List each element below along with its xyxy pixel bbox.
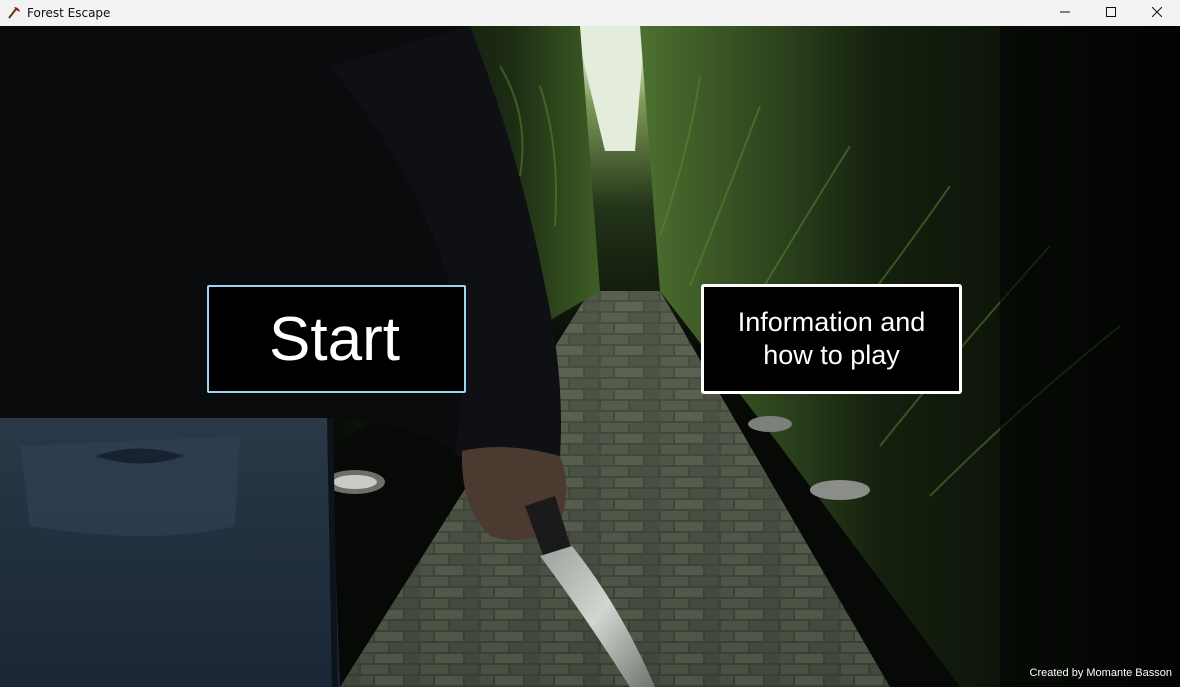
close-icon — [1151, 4, 1163, 22]
info-how-to-play-button[interactable]: Information and how to play — [701, 284, 962, 394]
game-window: Forest Escape Start Information and how … — [0, 0, 1180, 687]
forest-path-image — [0, 26, 1180, 687]
maximize-button[interactable] — [1088, 0, 1134, 26]
maximize-icon — [1106, 4, 1116, 22]
window-title: Forest Escape — [27, 6, 111, 20]
minimize-button[interactable] — [1042, 0, 1088, 26]
close-button[interactable] — [1134, 0, 1180, 26]
title-bar[interactable]: Forest Escape — [0, 0, 1180, 26]
credit-text: Created by Momante Basson — [1029, 667, 1172, 679]
info-button-label: Information and how to play — [737, 307, 926, 370]
axe-icon — [6, 5, 22, 21]
window-controls — [1042, 0, 1180, 26]
background-scene: Start Information and how to play Create… — [0, 26, 1180, 687]
start-button[interactable]: Start — [207, 285, 466, 393]
minimize-icon — [1060, 4, 1070, 22]
start-button-label: Start — [269, 304, 400, 374]
